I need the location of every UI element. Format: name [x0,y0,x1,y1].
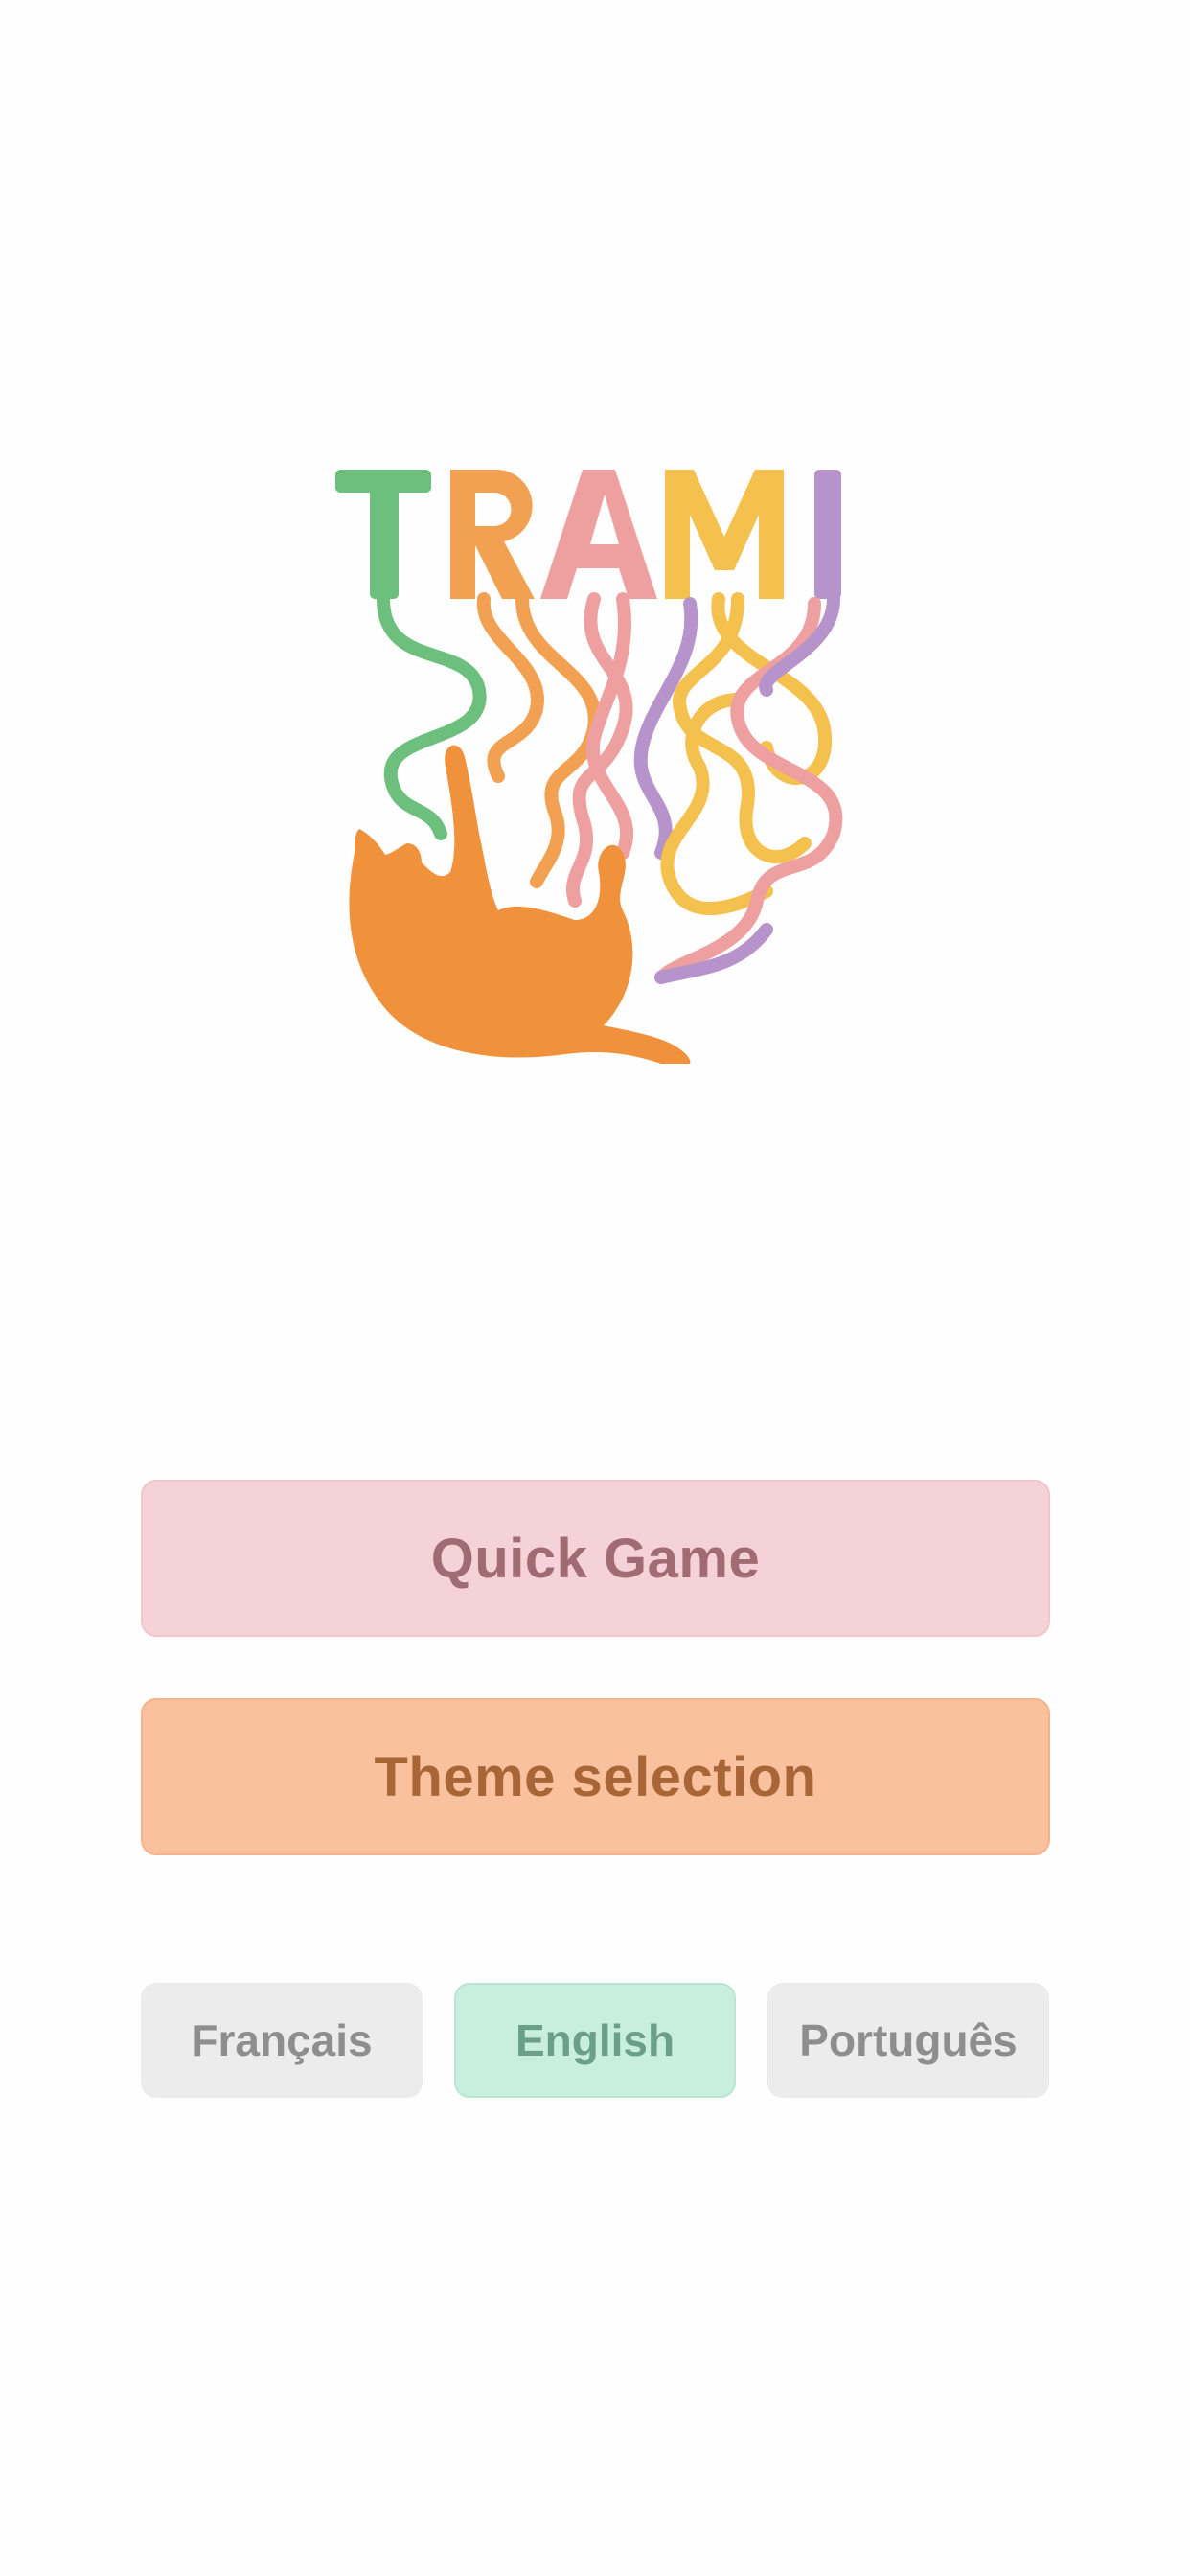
quick-game-label: Quick Game [430,1527,761,1590]
home-screen: Quick Game Theme selection Français Engl… [0,0,1190,2576]
language-selector: Français English Português [141,1983,1050,2098]
trami-logo [316,450,872,1064]
language-option-english[interactable]: English [454,1983,736,2098]
quick-game-button[interactable]: Quick Game [141,1480,1050,1637]
language-label: Português [799,2015,1018,2065]
language-option-portuguese[interactable]: Português [767,1983,1049,2098]
language-label: Français [191,2015,373,2065]
language-option-french[interactable]: Français [141,1983,423,2098]
logo-letters [335,470,841,599]
theme-selection-label: Theme selection [374,1745,817,1808]
theme-selection-button[interactable]: Theme selection [141,1698,1050,1855]
trami-logo-graphic [335,470,843,1064]
language-label: English [515,2015,675,2065]
